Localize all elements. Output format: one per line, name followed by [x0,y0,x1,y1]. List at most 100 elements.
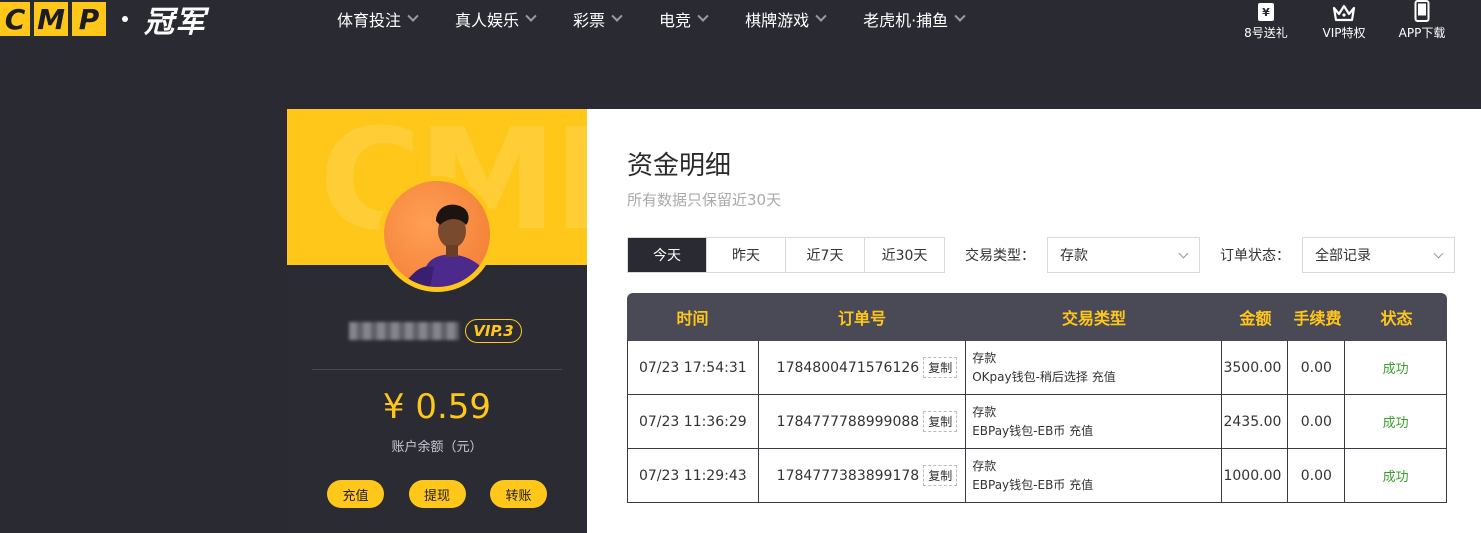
tab-7-days[interactable]: 近7天 [786,238,865,272]
top-bar: C M P 冠军 体育投注 真人娱乐 彩票 电竞 棋牌游戏 老虎机·捕鱼 ¥ 8… [0,0,1481,41]
type-detail: OKpay钱包-稍后选择 充值 [972,369,1116,384]
nav-live-casino[interactable]: 真人娱乐 [455,7,537,31]
type-detail: EBPay钱包-EB币 充值 [972,423,1094,438]
tab-30-days[interactable]: 近30天 [865,238,944,272]
cell-status: 成功 [1345,449,1446,502]
cell-fee: 0.00 [1288,395,1346,448]
chevron-down-icon [1433,248,1444,258]
table-row: 07/23 11:29:43 1784777383899178 复制 存款 EB… [627,449,1447,503]
nav-label: 电竞 [659,11,692,30]
transactions-table: 时间 订单号 交易类型 金额 手续费 状态 07/23 17:54:31 178… [627,293,1447,503]
chevron-down-icon [407,10,419,22]
col-fee: 手续费 [1293,309,1342,328]
type-filter-label: 交易类型： [965,248,1035,264]
tab-today[interactable]: 今天 [628,238,707,272]
table-row: 07/23 17:54:31 1784800471576126 复制 存款 OK… [627,341,1447,395]
profile-panel: CMP VIP.3 ¥ 0.59 账户余额（元） 充值 提现 转账 [287,109,587,533]
phone-icon [1383,0,1461,22]
cell-time: 07/23 11:36:29 [628,395,759,448]
vip-tool[interactable]: VIP特权 [1305,0,1383,41]
tool-label: VIP特权 [1322,26,1366,40]
order-number: 1784800471576126 [776,359,920,376]
chevron-down-icon [611,10,623,22]
page-subtitle: 所有数据只保留近30天 [627,191,782,209]
svg-text:¥: ¥ [1262,6,1270,19]
nav-sports[interactable]: 体育投注 [337,7,419,31]
chevron-down-icon [697,10,709,22]
nav-label: 真人娱乐 [455,11,520,30]
cell-time: 07/23 17:54:31 [628,341,759,394]
order-number: 1784777383899178 [776,467,920,484]
transfer-button[interactable]: 转账 [490,480,547,508]
nav-card-games[interactable]: 棋牌游戏 [745,7,827,31]
app-tool[interactable]: APP下载 [1383,0,1461,41]
col-amount: 金额 [1239,309,1272,328]
crown-icon [1305,0,1383,22]
withdraw-button[interactable]: 提现 [408,480,466,508]
cell-fee: 0.00 [1288,449,1346,502]
logo-dot [122,16,128,22]
gift-tool[interactable]: ¥ 8号送礼 [1227,0,1305,41]
wallet-actions: 充值 提现 转账 [327,480,547,508]
nav-label: 老虎机·捕鱼 [863,11,949,30]
cell-fee: 0.00 [1288,341,1346,394]
col-order: 订单号 [837,309,886,328]
status-badge: 成功 [1382,362,1409,377]
type-main: 存款 [972,350,997,365]
copy-button[interactable]: 复制 [923,465,958,486]
cell-status: 成功 [1345,395,1446,448]
logo-letter-m: M [34,2,68,36]
cell-status: 成功 [1345,341,1446,394]
chevron-down-icon [525,10,537,22]
copy-button[interactable]: 复制 [923,411,958,432]
tool-label: 8号送礼 [1244,26,1288,40]
vip-badge: VIP.3 [465,319,522,343]
nav-lottery[interactable]: 彩票 [573,7,623,31]
cell-amount: 3500.00 [1222,341,1289,394]
deposit-button[interactable]: 充值 [327,480,384,508]
filter-bar: 今天 昨天 近7天 近30天 交易类型： 存款 订单状态： 全部记录 [627,237,1455,273]
col-time: 时间 [676,309,709,328]
type-main: 存款 [972,404,997,419]
site-logo[interactable]: C M P 冠军 [0,0,206,40]
cell-order: 1784800471576126 复制 [759,341,967,394]
cell-amount: 2435.00 [1222,395,1289,448]
nav-esports[interactable]: 电竞 [659,7,709,31]
nav-label: 棋牌游戏 [745,11,810,30]
logo-letter-p: P [72,2,106,36]
status-filter-label: 订单状态： [1220,248,1290,264]
cell-amount: 1000.00 [1222,449,1289,502]
balance-amount: ¥ 0.59 [382,387,492,427]
status-badge: 成功 [1382,416,1409,431]
cell-type: 存款 EBPay钱包-EB币 充值 [966,395,1222,448]
status-select[interactable]: 全部记录 [1302,237,1455,273]
status-select-value: 全部记录 [1315,248,1371,264]
logo-name: 冠军 [144,5,206,40]
nav-slots-fishing[interactable]: 老虎机·捕鱼 [863,7,966,31]
cell-type: 存款 EBPay钱包-EB币 充值 [966,449,1222,502]
type-select[interactable]: 存款 [1047,237,1200,273]
main-nav: 体育投注 真人娱乐 彩票 电竞 棋牌游戏 老虎机·捕鱼 [337,0,1002,38]
chevron-down-icon [815,10,827,22]
copy-button[interactable]: 复制 [923,357,958,378]
cell-order: 1784777788999088 复制 [759,395,967,448]
order-number: 1784777788999088 [776,413,920,430]
chevron-down-icon [954,10,966,22]
period-tabs: 今天 昨天 近7天 近30天 [627,237,945,273]
header-tools: ¥ 8号送礼 VIP特权 APP下载 [1227,0,1461,41]
page-title: 资金明细 [627,151,732,181]
status-badge: 成功 [1382,470,1409,485]
cell-type: 存款 OKpay钱包-稍后选择 充值 [966,341,1222,394]
balance-label: 账户余额（元） [391,440,483,455]
tool-label: APP下载 [1398,26,1446,40]
avatar-image [384,181,490,287]
username-blurred [349,322,459,340]
cell-time: 07/23 11:29:43 [628,449,759,502]
funds-detail-panel: 资金明细 所有数据只保留近30天 今天 昨天 近7天 近30天 交易类型： 存款… [587,109,1481,533]
avatar[interactable] [379,176,495,292]
nav-label: 彩票 [573,11,606,30]
profile-divider [312,369,562,370]
cell-order: 1784777383899178 复制 [759,449,967,502]
tab-yesterday[interactable]: 昨天 [707,238,786,272]
type-detail: EBPay钱包-EB币 充值 [972,477,1094,492]
